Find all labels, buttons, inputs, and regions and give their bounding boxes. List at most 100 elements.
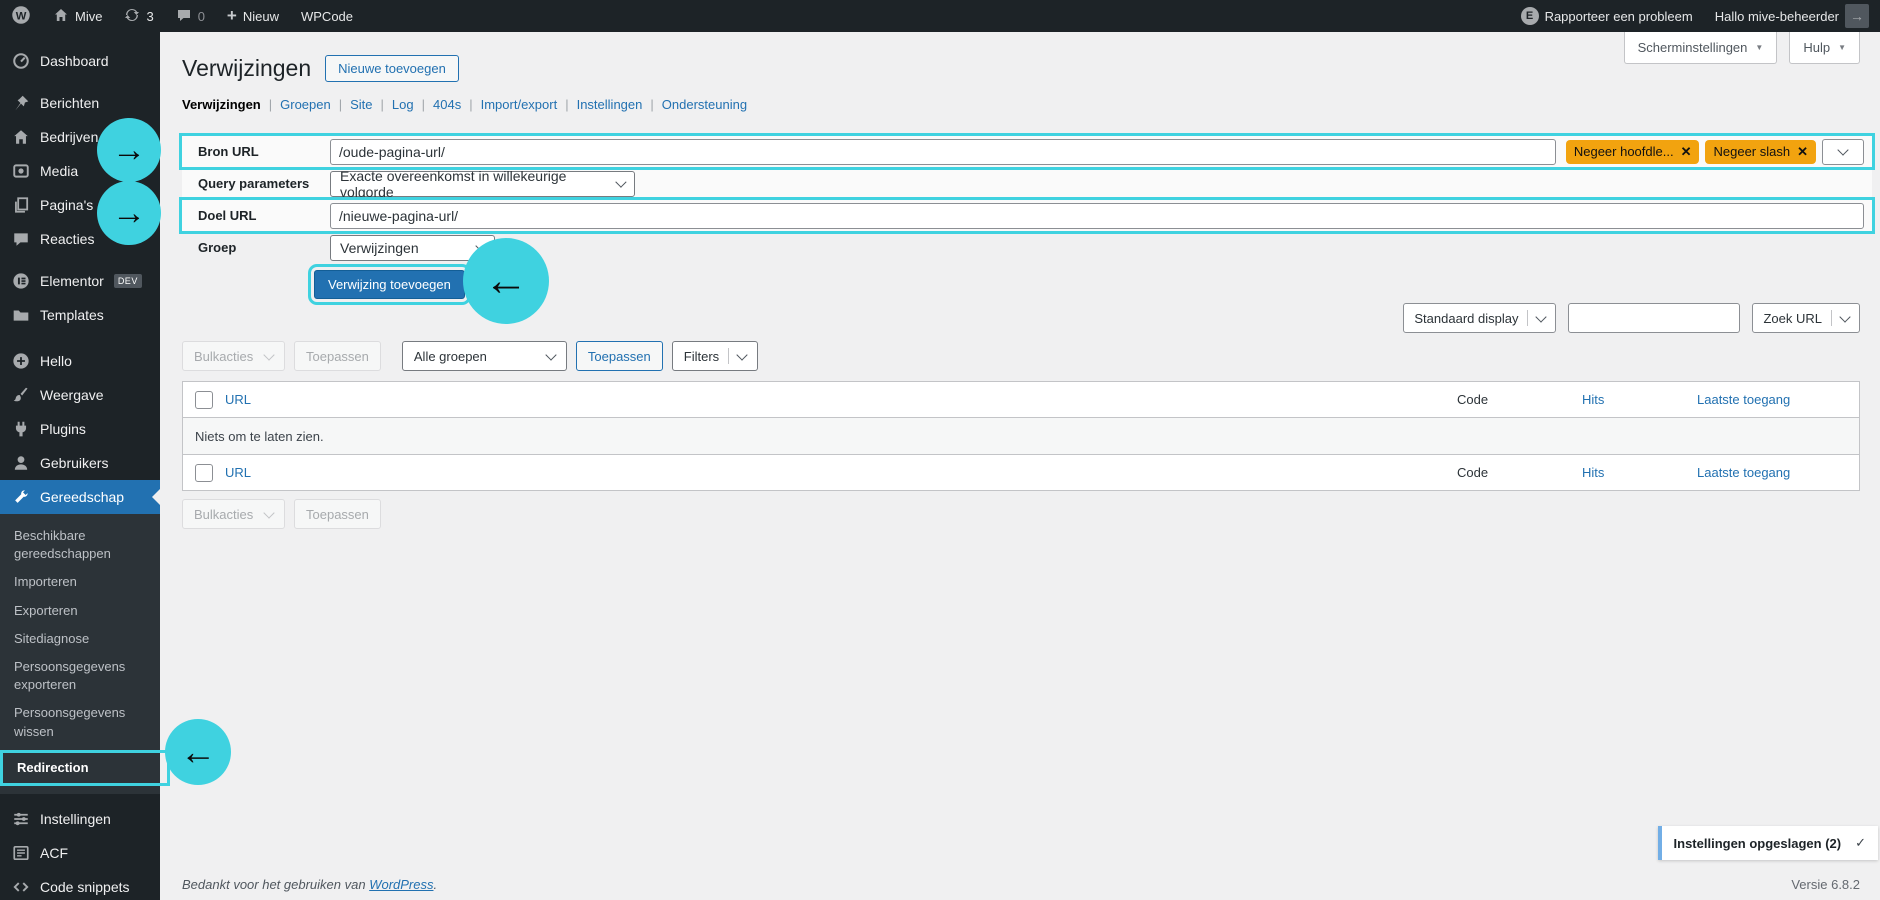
sidebar-item-elementor[interactable]: Elementor DEV — [0, 264, 160, 298]
wordpress-logo-icon: W — [11, 5, 31, 28]
tab-import-export[interactable]: Import/export — [481, 97, 558, 112]
chevron-down-icon — [737, 349, 748, 360]
tab-instellingen[interactable]: Instellingen — [577, 97, 643, 112]
comment-icon — [12, 230, 30, 248]
version-text: Versie 6.8.2 — [1791, 877, 1860, 892]
comments-menu[interactable]: 0 — [165, 0, 216, 32]
sidebar-item-dashboard[interactable]: Dashboard — [0, 44, 160, 78]
submenu-importeren[interactable]: Importeren — [0, 568, 160, 596]
filter-apply-button[interactable]: Toepassen — [576, 341, 663, 371]
submenu-persoonsgegevens-wissen[interactable]: Persoonsgegevens wissen — [0, 699, 138, 745]
submenu-redirection[interactable]: Redirection — [0, 750, 170, 786]
sidebar-item-instellingen[interactable]: Instellingen — [0, 802, 160, 836]
sidebar-item-hello[interactable]: Hello — [0, 344, 160, 378]
submenu-exporteren[interactable]: Exporteren — [0, 597, 160, 625]
submenu-sitediagnose[interactable]: Sitediagnose — [0, 625, 160, 653]
wordpress-admin: W Mive 3 0 + — [0, 0, 1880, 900]
user-icon — [12, 454, 30, 472]
divider — [1527, 310, 1528, 326]
flags-dropdown[interactable] — [1822, 139, 1864, 165]
tab-verwijzingen[interactable]: Verwijzingen — [182, 97, 261, 112]
sidebar-item-acf[interactable]: ACF — [0, 836, 160, 870]
display-search-toolbar: Standaard display Zoek URL — [182, 303, 1860, 333]
select-all-checkbox[interactable] — [195, 464, 213, 482]
elementor-icon — [12, 272, 30, 290]
wordpress-menu[interactable]: W — [0, 0, 42, 32]
flag-ignore-slash[interactable]: Negeer slash ✕ — [1705, 140, 1816, 164]
column-url[interactable]: URL — [225, 465, 251, 480]
sidebar-item-templates[interactable]: Templates — [0, 298, 160, 332]
new-content-menu[interactable]: + Nieuw — [216, 0, 290, 32]
query-parameters-select[interactable]: Exacte overeenkomst in willekeurige volg… — [330, 171, 635, 197]
bulk-actions-select[interactable]: Bulkacties — [182, 499, 285, 529]
column-hits[interactable]: Hits — [1582, 465, 1697, 480]
column-url[interactable]: URL — [225, 392, 251, 407]
admin-bar-left: W Mive 3 0 + — [0, 0, 364, 32]
flag-ignore-case[interactable]: Negeer hoofdle... ✕ — [1566, 140, 1700, 164]
submenu-persoonsgegevens-exporteren[interactable]: Persoonsgegevens exporteren — [0, 653, 138, 699]
filters-button[interactable]: Filters — [672, 341, 758, 371]
search-url-input[interactable] — [1568, 303, 1740, 333]
source-url-label: Bron URL — [182, 144, 330, 159]
updates-menu[interactable]: 3 — [113, 0, 164, 32]
dashboard-icon — [12, 52, 30, 70]
tab-log[interactable]: Log — [392, 97, 414, 112]
elementor-icon: E — [1521, 7, 1539, 25]
group-row: Groep Verwijzingen — [182, 232, 1872, 263]
target-url-input[interactable] — [330, 203, 1864, 229]
tab-ondersteuning[interactable]: Ondersteuning — [662, 97, 747, 112]
site-name: Mive — [75, 9, 102, 24]
bulk-actions-select[interactable]: Bulkacties — [182, 341, 285, 371]
comment-count: 0 — [198, 9, 205, 24]
sidebar-item-plugins[interactable]: Plugins — [0, 412, 160, 446]
greeting: Hallo mive-beheerder — [1715, 9, 1839, 24]
footer-thanks: Bedankt voor het gebruiken van WordPress… — [182, 877, 437, 892]
column-hits[interactable]: Hits — [1582, 392, 1697, 407]
annotation-arrow-source-url: → — [97, 118, 161, 182]
tab-site[interactable]: Site — [350, 97, 372, 112]
wordpress-link[interactable]: WordPress — [369, 877, 433, 892]
pushpin-icon — [12, 94, 30, 112]
chevron-down-icon — [263, 507, 274, 518]
sidebar-item-code-snippets[interactable]: Code snippets — [0, 870, 160, 900]
tab-bar: Verwijzingen| Groepen| Site| Log| 404s| … — [182, 97, 1860, 112]
target-url-label: Doel URL — [182, 208, 330, 223]
tab-404s[interactable]: 404s — [433, 97, 461, 112]
chevron-down-icon — [1536, 311, 1547, 322]
screen-options-button[interactable]: Scherminstellingen ▼ — [1624, 32, 1778, 64]
add-new-button[interactable]: Nieuwe toevoegen — [325, 55, 459, 82]
sidebar-item-gereedschap[interactable]: Gereedschap — [0, 480, 160, 514]
sidebar-item-weergave[interactable]: Weergave — [0, 378, 160, 412]
display-options-button[interactable]: Standaard display — [1403, 303, 1556, 333]
wrench-icon — [12, 488, 30, 506]
column-last-access[interactable]: Laatste toegang — [1697, 392, 1847, 407]
chevron-down-icon — [1839, 311, 1850, 322]
chevron-down-icon — [1837, 144, 1848, 155]
column-last-access[interactable]: Laatste toegang — [1697, 465, 1847, 480]
sidebar-item-gebruikers[interactable]: Gebruikers — [0, 446, 160, 480]
source-flags: Negeer hoofdle... ✕ Negeer slash ✕ — [1566, 139, 1864, 165]
my-account-menu[interactable]: Hallo mive-beheerder → — [1704, 0, 1880, 32]
remove-flag-icon[interactable]: ✕ — [1681, 144, 1692, 160]
annotation-arrow-add-button: ← — [463, 238, 549, 324]
wpcode-menu[interactable]: WPCode — [290, 0, 364, 32]
query-parameters-row: Query parameters Exacte overeenkomst in … — [182, 168, 1872, 199]
site-name-menu[interactable]: Mive — [42, 0, 113, 32]
submenu-beschikbare-gereedschappen[interactable]: Beschikbare gereedschappen — [0, 522, 128, 568]
report-problem-menu[interactable]: E Rapporteer een probleem — [1510, 0, 1704, 32]
divider — [728, 348, 729, 364]
target-url-row: Doel URL — [182, 200, 1872, 231]
home-icon — [53, 7, 69, 26]
admin-bar: W Mive 3 0 + — [0, 0, 1880, 32]
help-button[interactable]: Hulp ▼ — [1789, 32, 1860, 64]
bulk-apply-button[interactable]: Toepassen — [294, 341, 381, 371]
remove-flag-icon[interactable]: ✕ — [1797, 144, 1808, 160]
tab-groepen[interactable]: Groepen — [280, 97, 331, 112]
group-filter-select[interactable]: Alle groepen — [402, 341, 567, 371]
bulk-apply-button[interactable]: Toepassen — [294, 499, 381, 529]
sidebar-item-berichten[interactable]: Berichten — [0, 86, 160, 120]
source-url-input[interactable] — [330, 139, 1556, 165]
select-all-checkbox[interactable] — [195, 391, 213, 409]
add-redirect-button[interactable]: Verwijzing toevoegen — [314, 270, 465, 299]
search-url-button[interactable]: Zoek URL — [1752, 303, 1860, 333]
